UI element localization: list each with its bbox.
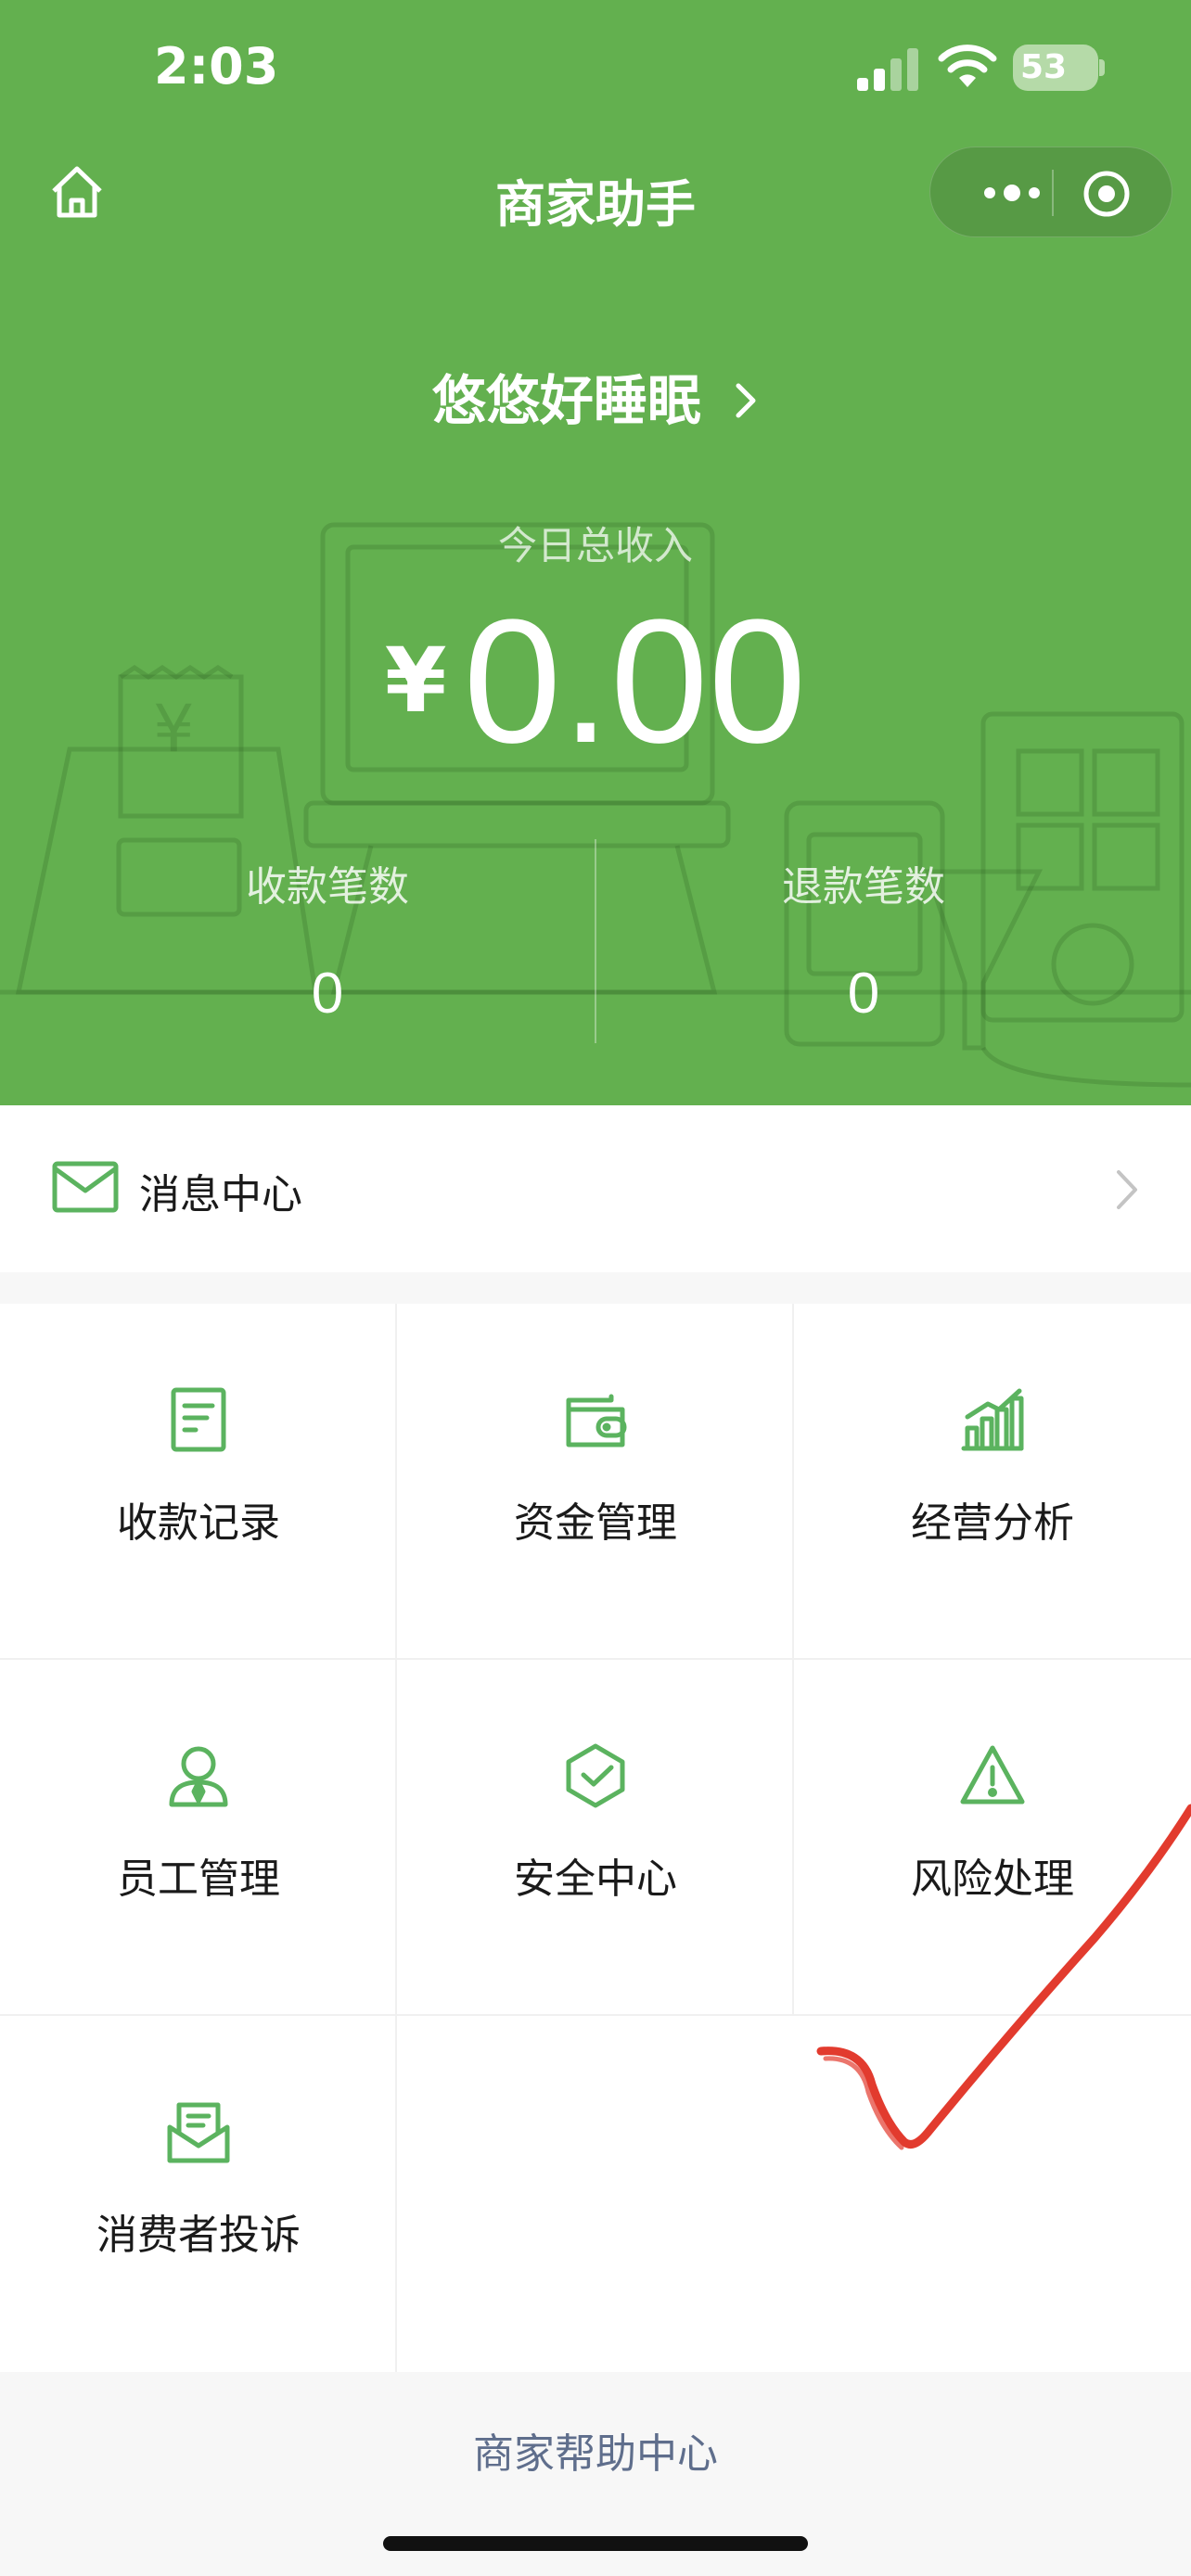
grid-item-security-center[interactable]: 安全中心 <box>397 1660 794 2016</box>
bar-chart-icon <box>961 1388 1024 1451</box>
help-center-link[interactable]: 商家帮助中心 <box>0 2420 1191 2480</box>
warning-icon <box>960 1745 1025 1804</box>
close-mini-program-icon[interactable] <box>1081 168 1133 220</box>
stat-refunds: 退款笔数 0 <box>566 853 1161 1027</box>
currency-symbol: ¥ <box>384 629 447 733</box>
header-hero: ¥ 2:03 53 商家助手 悠悠好睡眠 今日总收入 ¥0.00 收款笔数 0 … <box>0 0 1191 1105</box>
grid-item-label: 资金管理 <box>514 1499 677 1547</box>
message-center-label: 消息中心 <box>139 1171 302 1218</box>
cellular-signal-icon <box>857 48 918 91</box>
battery-indicator: 53 <box>1013 45 1098 91</box>
grid-item-risk-handling[interactable]: 风险处理 <box>794 1660 1191 2016</box>
stat-payments: 收款笔数 0 <box>30 853 625 1027</box>
mini-program-capsule <box>929 147 1172 237</box>
grid-item-payment-records[interactable]: 收款记录 <box>0 1304 397 1660</box>
grid-item-label: 风险处理 <box>911 1855 1074 1903</box>
stat-value: 0 <box>311 962 344 1026</box>
income-label: 今日总收入 <box>497 523 693 568</box>
stat-label: 退款笔数 <box>782 863 945 911</box>
stat-label: 收款笔数 <box>246 863 409 911</box>
chevron-right-icon <box>1117 1170 1137 1209</box>
grid-item-label: 安全中心 <box>514 1855 677 1903</box>
merchant-name-link[interactable]: 悠悠好睡眠 <box>0 357 1191 435</box>
grid-item-consumer-complaints[interactable]: 消费者投诉 <box>0 2016 397 2372</box>
message-center-row[interactable]: 消息中心 <box>0 1105 1191 1272</box>
home-indicator[interactable] <box>383 2536 808 2551</box>
status-bar: 2:03 53 <box>0 0 1191 139</box>
grid-item-label: 收款记录 <box>117 1499 280 1547</box>
stat-value: 0 <box>847 962 880 1026</box>
grid-empty-cell <box>397 2016 1191 2372</box>
grid-item-business-analysis[interactable]: 经营分析 <box>794 1304 1191 1660</box>
more-options-icon[interactable] <box>966 147 1058 238</box>
nav-bar: 商家助手 <box>0 139 1191 250</box>
complaint-icon <box>167 2102 230 2163</box>
capsule-divider <box>1052 170 1054 216</box>
battery-cap <box>1099 59 1105 76</box>
amount-value: 0.00 <box>463 583 807 780</box>
merchant-name: 悠悠好睡眠 <box>431 369 701 432</box>
receipt-icon <box>171 1387 226 1452</box>
shield-icon <box>566 1743 625 1808</box>
mail-icon <box>52 1161 119 1213</box>
wifi-icon <box>938 45 997 87</box>
wallet-icon <box>566 1394 627 1447</box>
grid-item-label: 消费者投诉 <box>96 2212 301 2259</box>
grid-item-fund-management[interactable]: 资金管理 <box>397 1304 794 1660</box>
function-grid: 收款记录 资金管理 经营分析 员工管理 安全中心 风险处理 消费者投诉 <box>0 1304 1191 2372</box>
income-amount: ¥0.00 <box>0 593 1191 770</box>
grid-item-staff-management[interactable]: 员工管理 <box>0 1660 397 2016</box>
battery-level: 53 <box>1020 48 1068 86</box>
grid-item-label: 经营分析 <box>911 1499 1074 1547</box>
grid-item-label: 员工管理 <box>117 1855 280 1903</box>
status-time: 2:03 <box>154 37 279 96</box>
chevron-right-icon <box>736 383 756 418</box>
staff-icon <box>169 1746 228 1807</box>
